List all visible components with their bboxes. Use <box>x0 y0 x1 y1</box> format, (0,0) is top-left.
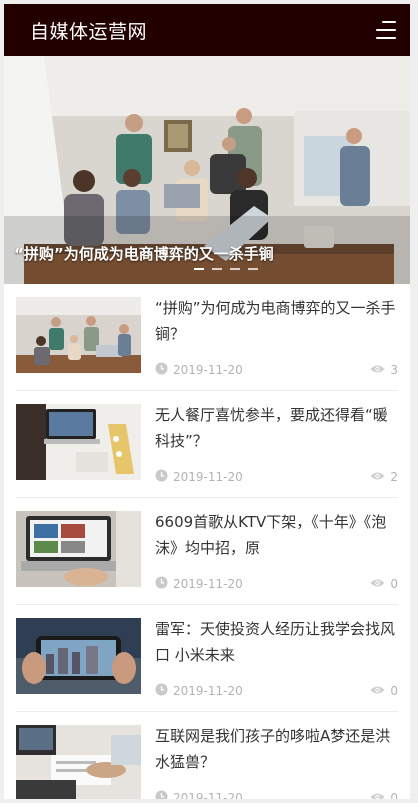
article-meta: 2019-11-20 3 <box>155 362 398 378</box>
eye-icon <box>370 684 385 698</box>
article-info: 互联网是我们孩子的哆啦A梦还是洪水猛兽？ 2019-11-20 0 <box>141 725 398 799</box>
article-views: 0 <box>390 684 398 698</box>
article-meta: 2019-11-20 0 <box>155 790 398 799</box>
article-info: 雷军：天使投资人经历让我学会找风口 小米未来 2019-11-20 0 <box>141 618 398 699</box>
article-item[interactable]: 6609首歌从KTV下架，《十年》《泡沫》均中招，原 2019-11-20 0 <box>16 498 398 605</box>
page-frame: 自媒体运营网 “拼购”为何成为电商博弈的又一杀手锏 “拼购”为何成为电商博弈的又… <box>4 4 410 799</box>
clock-icon <box>155 469 168 485</box>
eye-icon <box>370 470 385 484</box>
article-date: 2019-11-20 <box>173 470 243 484</box>
article-item[interactable]: 无人餐厅喜忧参半，要成还得看“暖科技”？ 2019-11-20 2 <box>16 391 398 498</box>
banner-caption[interactable]: “拼购”为何成为电商博弈的又一杀手锏 <box>14 243 274 264</box>
eye-icon <box>370 791 385 799</box>
article-list: “拼购”为何成为电商博弈的又一杀手锏？ 2019-11-20 3 无人餐厅喜忧参半，要… <box>4 284 410 799</box>
article-meta: 2019-11-20 0 <box>155 683 398 699</box>
carousel-dot[interactable] <box>230 268 240 270</box>
article-thumbnail[interactable] <box>16 297 141 373</box>
clock-icon <box>155 683 168 699</box>
article-views: 0 <box>390 577 398 591</box>
clock-icon <box>155 362 168 378</box>
article-item[interactable]: “拼购”为何成为电商博弈的又一杀手锏？ 2019-11-20 3 <box>16 284 398 391</box>
article-title[interactable]: “拼购”为何成为电商博弈的又一杀手锏？ <box>155 295 398 347</box>
article-date: 2019-11-20 <box>173 791 243 799</box>
article-thumbnail[interactable] <box>16 725 141 799</box>
carousel-dot[interactable] <box>248 268 258 270</box>
article-meta: 2019-11-20 2 <box>155 469 398 485</box>
article-date: 2019-11-20 <box>173 684 243 698</box>
article-info: “拼购”为何成为电商博弈的又一杀手锏？ 2019-11-20 3 <box>141 297 398 378</box>
article-title[interactable]: 互联网是我们孩子的哆啦A梦还是洪水猛兽？ <box>155 723 398 775</box>
eye-icon <box>370 577 385 591</box>
article-item[interactable]: 互联网是我们孩子的哆啦A梦还是洪水猛兽？ 2019-11-20 0 <box>16 712 398 799</box>
clock-icon <box>155 576 168 592</box>
article-views: 2 <box>390 470 398 484</box>
article-meta: 2019-11-20 0 <box>155 576 398 592</box>
article-info: 无人餐厅喜忧参半，要成还得看“暖科技”？ 2019-11-20 2 <box>141 404 398 485</box>
carousel-indicators <box>194 268 258 270</box>
article-thumbnail[interactable] <box>16 618 141 694</box>
article-thumbnail[interactable] <box>16 511 141 587</box>
article-title[interactable]: 无人餐厅喜忧参半，要成还得看“暖科技”？ <box>155 402 398 454</box>
site-logo-text[interactable]: 自媒体运营网 <box>30 17 147 44</box>
eye-icon <box>370 363 385 377</box>
clock-icon <box>155 790 168 799</box>
article-title[interactable]: 6609首歌从KTV下架，《十年》《泡沫》均中招，原 <box>155 509 398 561</box>
article-info: 6609首歌从KTV下架，《十年》《泡沫》均中招，原 2019-11-20 0 <box>141 511 398 592</box>
carousel-dot[interactable] <box>194 268 204 270</box>
article-title[interactable]: 雷军：天使投资人经历让我学会找风口 小米未来 <box>155 616 398 668</box>
top-header: 自媒体运营网 <box>4 4 410 56</box>
menu-icon[interactable] <box>374 21 396 39</box>
article-views: 3 <box>390 363 398 377</box>
article-thumbnail[interactable] <box>16 404 141 480</box>
article-views: 0 <box>390 791 398 799</box>
article-date: 2019-11-20 <box>173 363 243 377</box>
article-item[interactable]: 雷军：天使投资人经历让我学会找风口 小米未来 2019-11-20 0 <box>16 605 398 712</box>
article-date: 2019-11-20 <box>173 577 243 591</box>
hero-banner[interactable]: “拼购”为何成为电商博弈的又一杀手锏 <box>4 56 410 284</box>
carousel-dot[interactable] <box>212 268 222 270</box>
